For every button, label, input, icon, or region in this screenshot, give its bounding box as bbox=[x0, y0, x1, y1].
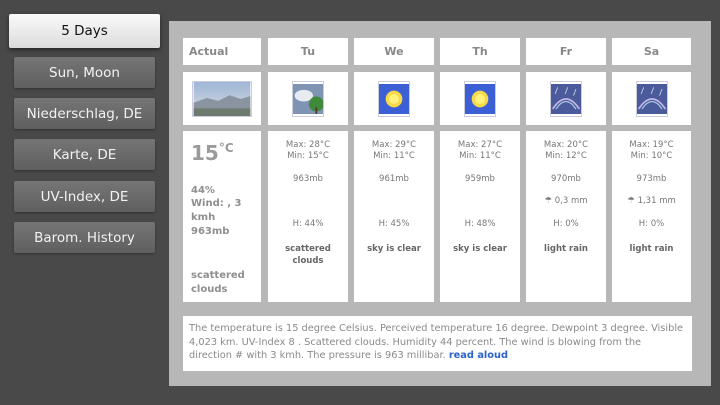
day-label: Th bbox=[472, 45, 488, 58]
condition: sky is clear bbox=[367, 244, 421, 254]
actual-detail: 15°C 44% Wind: , 3 kmh 963mb scattered c… bbox=[183, 131, 261, 302]
min-temp: Min: 10°C bbox=[630, 151, 673, 161]
umbrella-icon: ☂ bbox=[627, 196, 635, 206]
nav-karte-button[interactable]: Karte, DE bbox=[14, 139, 155, 170]
day-label: Fr bbox=[559, 45, 573, 58]
actual-pressure: 963mb bbox=[191, 226, 230, 237]
actual-header: Actual bbox=[183, 38, 261, 65]
nav-sun-moon-button[interactable]: Sun, Moon bbox=[14, 57, 155, 88]
humidity: H: 48% bbox=[464, 219, 496, 229]
actual-temperature: 15°C bbox=[191, 141, 234, 165]
actual-header-label: Actual bbox=[189, 45, 229, 58]
temp-value: 15 bbox=[191, 141, 219, 165]
day-header-fr: Fr bbox=[526, 38, 606, 65]
day-header-tu: Tu bbox=[268, 38, 348, 65]
rain-rainbow-icon bbox=[635, 80, 668, 117]
read-aloud-link[interactable]: read aloud bbox=[449, 350, 508, 361]
humidity: H: 45% bbox=[378, 219, 410, 229]
humidity: H: 0% bbox=[553, 219, 579, 229]
rain-value: 0,3 mm bbox=[554, 196, 588, 206]
actual-wind-unit: kmh bbox=[191, 212, 216, 223]
day-header-sa: Sa bbox=[612, 38, 691, 65]
th-icon-cell bbox=[440, 72, 520, 125]
rain-amount: ☂ 1,31 mm bbox=[612, 196, 691, 206]
actual-humidity: 44% bbox=[191, 185, 215, 196]
nav-niederschlag-button[interactable]: Niederschlag, DE bbox=[14, 98, 155, 129]
forecast-column-tu: Max: 28°C Min: 15°C 963mb H: 44% scatter… bbox=[268, 131, 348, 302]
max-temp: Max: 19°C bbox=[629, 140, 674, 150]
actual-icon-cell bbox=[183, 72, 261, 125]
max-temp: Max: 28°C bbox=[285, 140, 331, 150]
condition: sky is clear bbox=[453, 244, 507, 254]
sun-icon bbox=[464, 80, 496, 117]
forecast-column-fr: Max: 20°C Min: 12°C 970mb ☂ 0,3 mm H: 0%… bbox=[526, 131, 606, 302]
rain-amount: ☂ 0,3 mm bbox=[526, 196, 606, 206]
max-temp: Max: 29°C bbox=[371, 140, 417, 150]
nav-label: UV-Index, DE bbox=[40, 188, 129, 205]
day-label: Sa bbox=[643, 45, 660, 58]
sa-icon-cell bbox=[612, 72, 691, 125]
min-temp: Min: 11°C bbox=[459, 151, 501, 161]
humidity: H: 0% bbox=[638, 219, 665, 229]
condition: light rain bbox=[544, 244, 588, 254]
sidebar: 5 Days Sun, Moon Niederschlag, DE Karte,… bbox=[0, 0, 165, 405]
description-text: The temperature is 15 degree Celsius. Pe… bbox=[189, 323, 684, 361]
pressure: 961mb bbox=[379, 174, 409, 184]
min-temp: Min: 11°C bbox=[373, 151, 415, 161]
umbrella-icon: ☂ bbox=[544, 196, 553, 206]
actual-wind: Wind: , 3 bbox=[191, 198, 242, 209]
cloud-tree-icon bbox=[292, 80, 324, 117]
temp-unit: °C bbox=[218, 141, 234, 155]
landscape-hazy-icon bbox=[192, 80, 252, 117]
rain-value: 1,31 mm bbox=[637, 196, 676, 206]
min-temp: Min: 15°C bbox=[287, 151, 329, 161]
day-header-th: Th bbox=[440, 38, 520, 65]
day-header-we: We bbox=[354, 38, 434, 65]
fr-icon-cell bbox=[526, 72, 606, 125]
forecast-column-sa: Max: 19°C Min: 10°C 973mb ☂ 1,31 mm H: 0… bbox=[612, 131, 691, 302]
pressure: 963mb bbox=[293, 174, 323, 184]
day-label: We bbox=[384, 45, 404, 58]
nav-label: Niederschlag, DE bbox=[26, 105, 143, 122]
condition: light rain bbox=[629, 244, 674, 254]
actual-condition-2: clouds bbox=[191, 284, 228, 295]
forecast-column-we: Max: 29°C Min: 11°C 961mb H: 45% sky is … bbox=[354, 131, 434, 302]
sun-icon bbox=[378, 80, 410, 117]
min-temp: Min: 12°C bbox=[545, 151, 587, 161]
weather-panel: Actual Tu We Th Fr Sa 15°C 44% Wind: , 3… bbox=[169, 21, 711, 386]
rain-rainbow-icon bbox=[550, 80, 582, 117]
nav-label: 5 Days bbox=[61, 23, 108, 39]
max-temp: Max: 27°C bbox=[457, 140, 503, 150]
nav-label: Barom. History bbox=[34, 229, 135, 246]
condition: scattered bbox=[285, 244, 331, 254]
max-temp: Max: 20°C bbox=[543, 140, 589, 150]
day-label: Tu bbox=[300, 45, 316, 58]
nav-uv-index-button[interactable]: UV-Index, DE bbox=[14, 181, 155, 212]
condition-2: clouds bbox=[292, 256, 324, 266]
nav-label: Karte, DE bbox=[52, 146, 117, 163]
weather-description: The temperature is 15 degree Celsius. Pe… bbox=[183, 316, 692, 371]
tu-icon-cell bbox=[268, 72, 348, 125]
actual-condition: scattered bbox=[191, 270, 245, 281]
humidity: H: 44% bbox=[292, 219, 324, 229]
forecast-column-th: Max: 27°C Min: 11°C 959mb H: 48% sky is … bbox=[440, 131, 520, 302]
nav-5-days-button[interactable]: 5 Days bbox=[9, 14, 160, 48]
nav-label: Sun, Moon bbox=[49, 64, 120, 81]
pressure: 959mb bbox=[465, 174, 495, 184]
pressure: 970mb bbox=[551, 174, 581, 184]
we-icon-cell bbox=[354, 72, 434, 125]
pressure: 973mb bbox=[636, 174, 667, 184]
nav-barom-history-button[interactable]: Barom. History bbox=[14, 222, 155, 253]
